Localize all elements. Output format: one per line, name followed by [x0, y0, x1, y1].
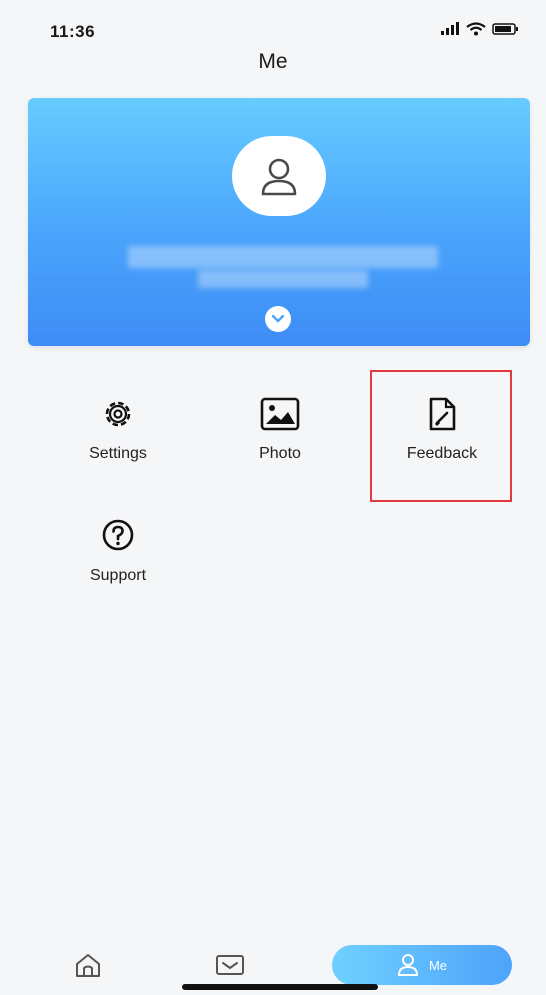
feedback-label: Feedback — [406, 445, 478, 462]
page-title: Me — [258, 50, 288, 73]
chevron-down-icon — [272, 315, 284, 323]
feedback-icon — [429, 397, 456, 431]
tab-me-label: Me — [428, 957, 448, 973]
user-icon — [397, 954, 418, 976]
photo-menu-item[interactable]: Photo — [210, 393, 350, 463]
home-indicator — [182, 984, 378, 990]
photo-label: Photo — [259, 445, 301, 462]
inbox-icon — [216, 955, 244, 975]
battery-icon — [492, 23, 518, 35]
signal-icon — [441, 22, 459, 35]
support-label: Support — [89, 567, 147, 584]
user-icon — [261, 158, 297, 196]
settings-menu-item[interactable]: Settings — [48, 393, 188, 463]
blurred-account-name — [128, 246, 438, 268]
tab-home[interactable] — [66, 947, 110, 983]
gear-icon — [105, 401, 131, 427]
feedback-menu-item[interactable]: Feedback — [372, 393, 512, 463]
tab-messages[interactable] — [208, 947, 252, 983]
tab-me[interactable]: Me — [332, 945, 512, 985]
status-time: 11:36 — [50, 22, 96, 41]
status-icons — [440, 22, 520, 36]
profile-card[interactable] — [28, 98, 530, 346]
home-icon — [76, 954, 100, 977]
help-icon — [102, 519, 134, 551]
support-menu-item[interactable]: Support — [48, 515, 188, 585]
image-icon — [260, 397, 300, 431]
wifi-icon — [466, 22, 486, 36]
status-bar: 11:36 — [0, 0, 546, 50]
settings-label: Settings — [89, 445, 147, 462]
avatar[interactable] — [232, 136, 326, 216]
blurred-account-detail — [198, 270, 368, 288]
expand-profile-button[interactable] — [265, 306, 291, 332]
